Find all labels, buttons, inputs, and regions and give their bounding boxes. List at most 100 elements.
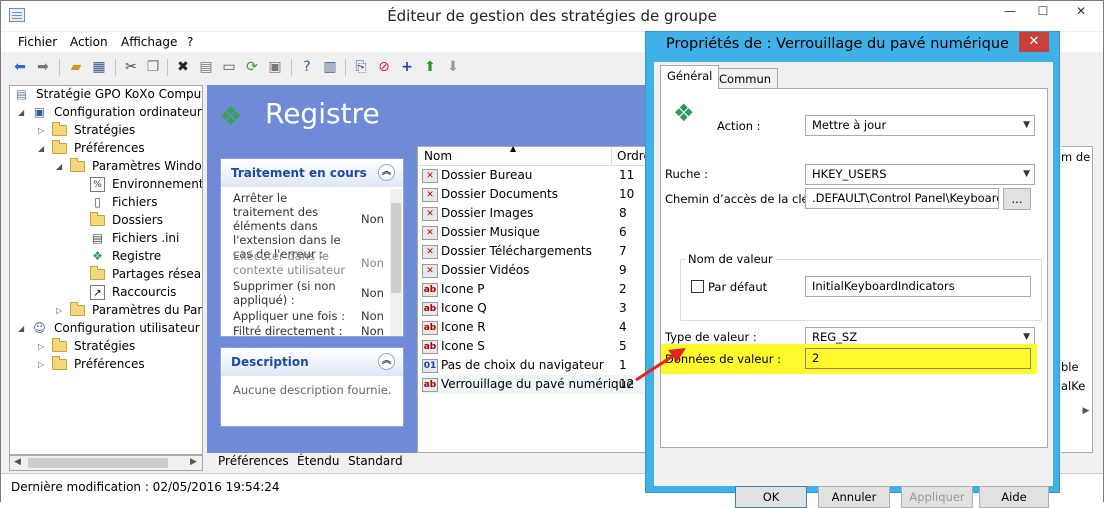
stop-icon[interactable]: ⊘ — [375, 58, 393, 76]
list-item[interactable]: ✕ Dossier Musique 6 — [422, 223, 650, 242]
chevron-down-icon: ▼ — [1023, 120, 1030, 130]
processing-title: Traitement en cours — [231, 166, 367, 180]
key-path-input[interactable]: .DEFAULT\Control Panel\Keyboard — [805, 188, 999, 209]
dialog-title: Propriétés de : Verrouillage du pavé num… — [666, 36, 1009, 52]
up-folder-icon[interactable]: ▰ — [67, 58, 85, 76]
forward-arrow-icon[interactable]: ➡ — [34, 58, 52, 76]
value-data-label: Données de valeur : — [665, 352, 781, 366]
column-header-name[interactable]: Nom — [424, 149, 452, 163]
registry-binary-icon: 01 — [422, 359, 438, 373]
list-item[interactable]: ab Icone P2 — [422, 280, 650, 299]
action-select[interactable]: Mettre à jour ▼ — [805, 115, 1035, 136]
processing-panel-header: Traitement en cours ︽ — [221, 159, 403, 187]
cut-icon[interactable]: ✂ — [122, 58, 140, 76]
default-checkbox[interactable] — [691, 280, 704, 293]
expand-arrow-icon[interactable]: ◢ — [18, 320, 24, 337]
toolbar: ⬅ ➡ ▰ ▦ ✂ ❐ ✖ ▤ ▭ ⟳ ▣ ? ▥ ⎘ ⊘ + ⬆ ⬇ — [1, 54, 651, 82]
back-arrow-icon[interactable]: ⬅ — [11, 58, 29, 76]
ok-button[interactable]: OK — [735, 486, 807, 508]
registry-string-icon: ab — [422, 302, 438, 316]
add-icon[interactable]: + — [398, 58, 416, 76]
processing-row-label: Filtré directement : — [233, 324, 343, 337]
cell-fragment: ble — [1061, 360, 1079, 374]
tab-extended[interactable]: Étendu — [297, 454, 340, 468]
list-header: Nom ▲ Ordre — [418, 144, 652, 166]
close-button[interactable]: ✕ — [1063, 1, 1099, 21]
new-item-icon[interactable]: ⎘ — [352, 58, 370, 76]
registry-icon: ❖ — [673, 99, 695, 127]
tree-horizontal-scrollbar[interactable]: ◀ ▶ — [9, 455, 203, 471]
list-item[interactable]: ✕ Dossier Vidéos 9 — [422, 261, 650, 280]
mmc-icon[interactable]: ▥ — [321, 58, 339, 76]
scroll-right-icon[interactable]: ▶ — [1079, 403, 1093, 419]
scroll-left-icon[interactable]: ◀ — [14, 457, 21, 467]
print-icon[interactable]: ▭ — [220, 58, 238, 76]
tab-general[interactable]: Général — [660, 65, 720, 89]
export-icon[interactable]: ▣ — [266, 58, 284, 76]
refresh-icon[interactable]: ⟳ — [243, 58, 261, 76]
shortcut-icon: ↗ — [90, 285, 105, 300]
tab-common[interactable]: Commun — [712, 68, 779, 89]
gpo-icon: ▤ — [15, 87, 28, 101]
copy-icon[interactable]: ❐ — [144, 58, 162, 76]
expand-arrow-icon[interactable]: ▷ — [38, 338, 44, 355]
menu-action[interactable]: Action — [70, 35, 108, 49]
value-name-group-label: Nom de valeur — [685, 252, 776, 266]
window-title: Éditeur de gestion des stratégies de gro… — [387, 7, 717, 25]
list-item[interactable]: 01 Pas de choix du navigateur 1 — [422, 356, 650, 375]
delete-icon[interactable]: ✖ — [174, 58, 192, 76]
scroll-thumb[interactable] — [391, 203, 401, 293]
menu-help[interactable]: ? — [187, 35, 193, 49]
folder-icon — [70, 158, 85, 172]
value-name-input[interactable]: InitialKeyboardIndicators — [805, 276, 1031, 297]
list-item[interactable]: ✕ Dossier Bureau 11 — [422, 166, 650, 185]
list-item-selected[interactable]: ab Verrouillage du pavé numérique 12 — [422, 375, 650, 394]
dialog-close-button[interactable]: ✕ — [1019, 32, 1049, 52]
maximize-button[interactable]: ☐ — [1030, 1, 1056, 21]
properties-icon[interactable]: ▤ — [197, 58, 215, 76]
show-tree-icon[interactable]: ▦ — [90, 58, 108, 76]
scroll-right-icon[interactable]: ▶ — [190, 457, 197, 467]
scroll-thumb[interactable] — [28, 458, 168, 468]
collapse-icon[interactable]: ︽ — [378, 164, 395, 181]
collapse-icon[interactable]: ︽ — [378, 353, 395, 370]
expand-arrow-icon[interactable]: ◢ — [18, 104, 24, 121]
expand-arrow-icon[interactable]: ▷ — [38, 122, 44, 139]
list-item[interactable]: ✕ Dossier Téléchargements 7 — [422, 242, 650, 261]
expand-arrow-icon[interactable]: ▷ — [38, 356, 44, 373]
folder-icon — [52, 122, 67, 136]
list-item[interactable]: ab Icone R4 — [422, 318, 650, 337]
hive-select[interactable]: HKEY_USERS ▼ — [805, 164, 1035, 185]
list-item[interactable]: ✕ Dossier Images 8 — [422, 204, 650, 223]
menu-fichier[interactable]: Fichier — [18, 35, 57, 49]
menu-affichage[interactable]: Affichage — [121, 35, 177, 49]
registry-value-icon: ✕ — [422, 207, 438, 221]
list-item[interactable]: ✕ Dossier Documents 10 — [422, 185, 650, 204]
expand-arrow-icon[interactable]: ◢ — [56, 158, 62, 175]
registry-string-icon: ab — [422, 378, 438, 392]
tab-preferences[interactable]: Préférences — [218, 454, 289, 468]
description-panel-header: Description ︽ — [221, 348, 403, 376]
tab-standard[interactable]: Standard — [348, 454, 403, 468]
action-label: Action : — [717, 119, 761, 133]
default-checkbox-label: Par défaut — [708, 280, 768, 294]
move-down-icon[interactable]: ⬇ — [444, 58, 462, 76]
apply-button[interactable]: Appliquer — [901, 486, 973, 508]
list-item[interactable]: ab Icone S5 — [422, 337, 650, 356]
help-button[interactable]: Aide — [979, 486, 1049, 508]
browse-button[interactable]: ... — [1003, 188, 1031, 210]
description-panel: Description ︽ Aucune description fournie… — [220, 347, 404, 427]
expand-arrow-icon[interactable]: ▷ — [56, 302, 62, 319]
hive-label: Ruche : — [665, 167, 708, 181]
expand-arrow-icon[interactable]: ◢ — [38, 140, 44, 157]
value-data-input[interactable]: 2 — [805, 348, 1031, 369]
help-icon[interactable]: ? — [298, 58, 316, 76]
minimize-button[interactable]: — — [997, 1, 1023, 21]
cancel-button[interactable]: Annuler — [818, 486, 890, 508]
list-item[interactable]: ab Icone Q3 — [422, 299, 650, 318]
processing-scrollbar[interactable] — [390, 189, 402, 336]
move-up-icon[interactable]: ⬆ — [421, 58, 439, 76]
page-title: Registre — [265, 97, 380, 130]
description-title: Description — [231, 355, 309, 369]
action-select-value: Mettre à jour — [812, 118, 887, 132]
